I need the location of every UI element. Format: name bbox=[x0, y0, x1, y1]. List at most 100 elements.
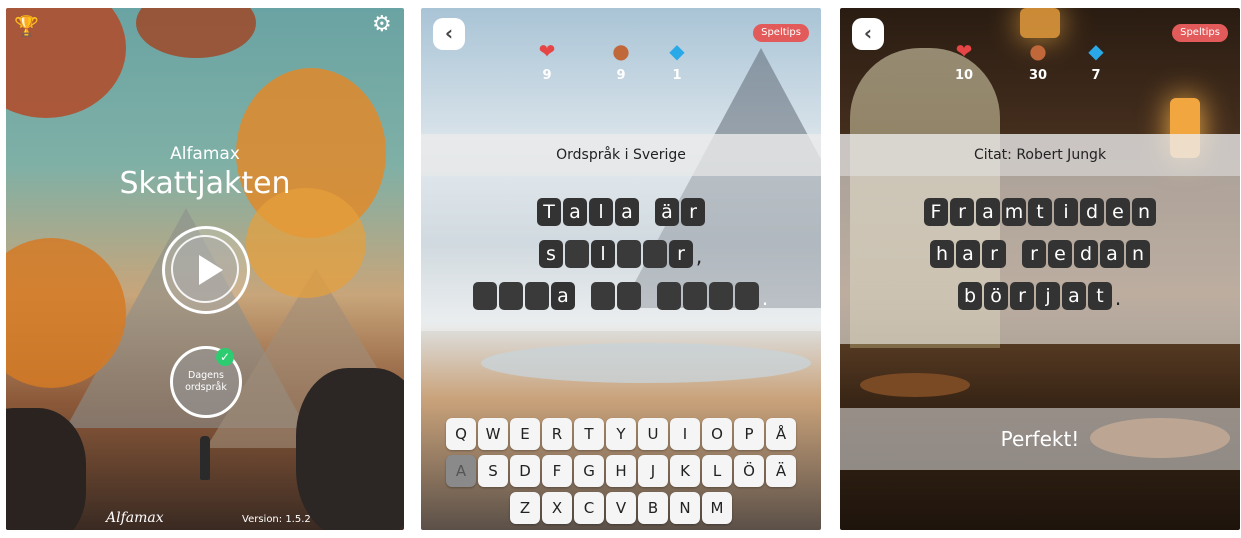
key[interactable]: H bbox=[606, 455, 636, 487]
gems-stat: ◆ 7 bbox=[1076, 38, 1116, 83]
letter-tile: h bbox=[930, 240, 954, 268]
key[interactable]: D bbox=[510, 455, 540, 487]
puzzle-row: a. bbox=[421, 282, 821, 310]
letter-tile: F bbox=[924, 198, 948, 226]
foliage-shape bbox=[136, 8, 256, 58]
empty-tile bbox=[525, 282, 549, 310]
tips-button[interactable]: Speltips bbox=[753, 24, 809, 42]
key[interactable]: S bbox=[478, 455, 508, 487]
empty-tile bbox=[735, 282, 759, 310]
empty-tile bbox=[709, 282, 733, 310]
empty-tile bbox=[617, 282, 641, 310]
key[interactable]: K bbox=[670, 455, 700, 487]
letter-tile: n bbox=[1126, 240, 1150, 268]
letter-tile: l bbox=[589, 198, 613, 226]
category-banner: Ordspråk i Sverige bbox=[421, 134, 821, 176]
key[interactable]: N bbox=[670, 492, 700, 524]
key[interactable]: T bbox=[574, 418, 604, 450]
key[interactable]: J bbox=[638, 455, 668, 487]
key[interactable]: Y bbox=[606, 418, 636, 450]
puzzle-row: Talaär bbox=[421, 198, 821, 226]
check-icon: ✓ bbox=[216, 348, 234, 366]
solved-screen: ‹ Speltips ❤ 10 ● 30 ◆ 7 Citat: Robert J… bbox=[840, 8, 1240, 530]
gems-count: 7 bbox=[1091, 68, 1101, 83]
empty-tile bbox=[499, 282, 523, 310]
empty-tile bbox=[473, 282, 497, 310]
key[interactable]: Q bbox=[446, 418, 476, 450]
key[interactable]: L bbox=[702, 455, 732, 487]
letter-tile: d bbox=[1074, 240, 1098, 268]
lamp-shape bbox=[1020, 8, 1060, 38]
back-button[interactable]: ‹ bbox=[433, 18, 465, 50]
puzzle-screen: ‹ Speltips ❤ 9 ● 9 ◆ 1 Ordspråk i Sverig… bbox=[421, 8, 821, 530]
letter-tile: r bbox=[1010, 282, 1034, 310]
comma: , bbox=[695, 244, 703, 268]
key[interactable]: F bbox=[542, 455, 572, 487]
key[interactable]: W bbox=[478, 418, 508, 450]
letter-tile: T bbox=[537, 198, 561, 226]
letter-tile: d bbox=[1080, 198, 1104, 226]
key[interactable]: M bbox=[702, 492, 732, 524]
heart-icon: ❤ bbox=[955, 39, 973, 63]
gear-icon[interactable]: ⚙ bbox=[372, 12, 392, 37]
result-banner: Perfekt! bbox=[840, 408, 1240, 470]
gems-stat: ◆ 1 bbox=[657, 38, 697, 83]
coins-stat: ● 30 bbox=[1018, 38, 1058, 83]
coins-count: 30 bbox=[1028, 68, 1048, 83]
keyboard-row: ZXCVBNM bbox=[421, 492, 821, 524]
key[interactable]: E bbox=[510, 418, 540, 450]
letter-tile: r bbox=[982, 240, 1006, 268]
key[interactable]: O bbox=[702, 418, 732, 450]
key[interactable]: Å bbox=[766, 418, 796, 450]
key[interactable]: G bbox=[574, 455, 604, 487]
back-button[interactable]: ‹ bbox=[852, 18, 884, 50]
letter-tile: a bbox=[976, 198, 1000, 226]
key[interactable]: I bbox=[670, 418, 700, 450]
coin-bag-icon: ● bbox=[1029, 39, 1047, 63]
key[interactable]: C bbox=[574, 492, 604, 524]
tips-button[interactable]: Speltips bbox=[1172, 24, 1228, 42]
play-button-inner bbox=[171, 235, 239, 303]
keyboard-row: ASDFGHJKLÖÄ bbox=[421, 455, 821, 487]
empty-tile bbox=[683, 282, 707, 310]
puzzle-row: harredan bbox=[840, 240, 1240, 268]
play-button[interactable] bbox=[162, 226, 250, 314]
trophy-icon[interactable]: 🏆 bbox=[14, 14, 39, 38]
key[interactable]: X bbox=[542, 492, 572, 524]
heart-icon: ❤ bbox=[538, 39, 556, 63]
key[interactable]: Z bbox=[510, 492, 540, 524]
hearts-count: 10 bbox=[954, 68, 974, 83]
letter-tile: r bbox=[1022, 240, 1046, 268]
rock-shape bbox=[296, 368, 404, 530]
foliage-shape bbox=[246, 188, 366, 298]
letter-tile: j bbox=[1036, 282, 1060, 310]
period: . bbox=[761, 286, 769, 310]
daily-proverb-label: Dagens ordspråk bbox=[185, 370, 227, 393]
table-shape bbox=[860, 373, 970, 397]
letter-tile: i bbox=[1054, 198, 1078, 226]
key[interactable]: U bbox=[638, 418, 668, 450]
empty-tile bbox=[591, 282, 615, 310]
letter-tile: e bbox=[1106, 198, 1130, 226]
gem-icon: ◆ bbox=[1088, 39, 1104, 63]
key-used[interactable]: A bbox=[446, 455, 476, 487]
letter-tile: a bbox=[615, 198, 639, 226]
key[interactable]: V bbox=[606, 492, 636, 524]
empty-tile bbox=[617, 240, 641, 268]
rock-shape bbox=[6, 408, 86, 530]
key[interactable]: Ä bbox=[766, 455, 796, 487]
letter-tile: ä bbox=[655, 198, 679, 226]
key[interactable]: R bbox=[542, 418, 572, 450]
key[interactable]: P bbox=[734, 418, 764, 450]
category-banner: Citat: Robert Jungk bbox=[840, 134, 1240, 176]
brand-label: Alfamax bbox=[170, 144, 240, 164]
empty-tile bbox=[657, 282, 681, 310]
letter-tile: a bbox=[1062, 282, 1086, 310]
hearts-count: 9 bbox=[542, 68, 552, 83]
key[interactable]: Ö bbox=[734, 455, 764, 487]
character-figure bbox=[200, 436, 210, 480]
key[interactable]: B bbox=[638, 492, 668, 524]
puzzle-row: sl r, bbox=[421, 240, 821, 268]
letter-tile: e bbox=[1048, 240, 1072, 268]
coins-count: 9 bbox=[616, 68, 626, 83]
